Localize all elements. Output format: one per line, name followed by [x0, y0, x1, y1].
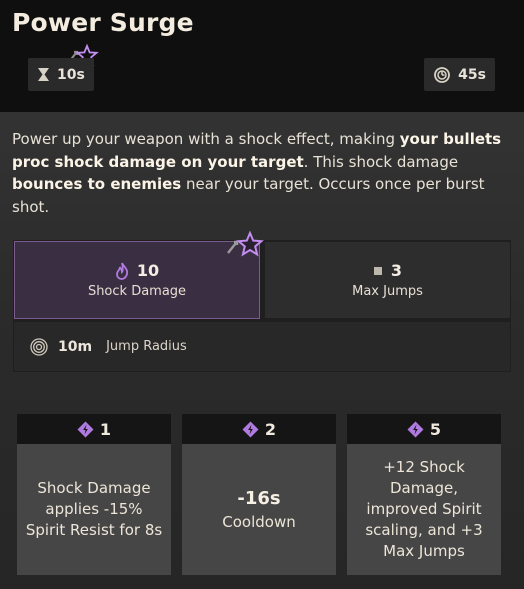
ability-title: Power Surge	[12, 8, 194, 37]
max-jumps-label: Max Jumps	[352, 284, 423, 299]
duration-value: 10s	[57, 66, 85, 83]
tier-header: 5	[347, 414, 501, 444]
ability-header: Power Surge 10s 45s	[0, 0, 524, 112]
spirit-point-icon	[77, 421, 94, 437]
cooldown-value: 45s	[458, 66, 486, 83]
shock-damage-label: Shock Damage	[87, 284, 187, 299]
description-text: Power up your weapon with a shock effect…	[12, 130, 400, 148]
square-icon	[373, 266, 382, 275]
jump-radius-stat: 10m Jump Radius	[14, 322, 510, 371]
spirit-point-icon	[407, 421, 424, 437]
jump-radius-value: 10m	[58, 338, 93, 355]
spirit-point-icon	[242, 421, 259, 437]
cooldown-clock-icon	[434, 66, 451, 83]
tier-header: 2	[182, 414, 336, 444]
tier-cost: 2	[264, 419, 277, 439]
tier-cost: 5	[429, 419, 442, 439]
upgrade-tier-3[interactable]: 5 +12 Shock Damage, improved Spirit scal…	[347, 414, 501, 575]
tier-description: +12 Shock Damage, improved Spirit scalin…	[365, 458, 483, 560]
radius-rings-icon	[30, 337, 48, 356]
jump-radius-label: Jump Radius	[106, 339, 187, 354]
tier-header: 1	[17, 414, 171, 444]
upgrade-star-icon	[227, 231, 264, 257]
shock-damage-value: 10	[136, 261, 160, 280]
upgrade-tier-1[interactable]: 1 Shock Damage applies -15% Spirit Resis…	[17, 414, 171, 575]
description-highlight: bounces to enemies	[12, 175, 182, 193]
tier-cost: 1	[99, 419, 112, 439]
max-jumps-value: 3	[390, 261, 403, 280]
tier-description: Shock Damage applies -15% Spirit Resist …	[25, 479, 163, 539]
shock-damage-stat: 10 Shock Damage	[14, 241, 260, 319]
description-text: . This shock damage	[303, 152, 459, 171]
tier-value: -16s	[237, 488, 281, 509]
hourglass-icon	[38, 68, 49, 81]
cooldown-stat: 45s	[424, 58, 495, 91]
max-jumps-stat: 3 Max Jumps	[265, 242, 510, 318]
upgrade-tier-2[interactable]: 2 -16s Cooldown	[182, 414, 336, 575]
duration-stat: 10s	[28, 58, 94, 91]
tier-description: Cooldown	[222, 513, 296, 531]
ability-description: Power up your weapon with a shock effect…	[12, 128, 512, 218]
spirit-flame-icon	[115, 262, 128, 280]
